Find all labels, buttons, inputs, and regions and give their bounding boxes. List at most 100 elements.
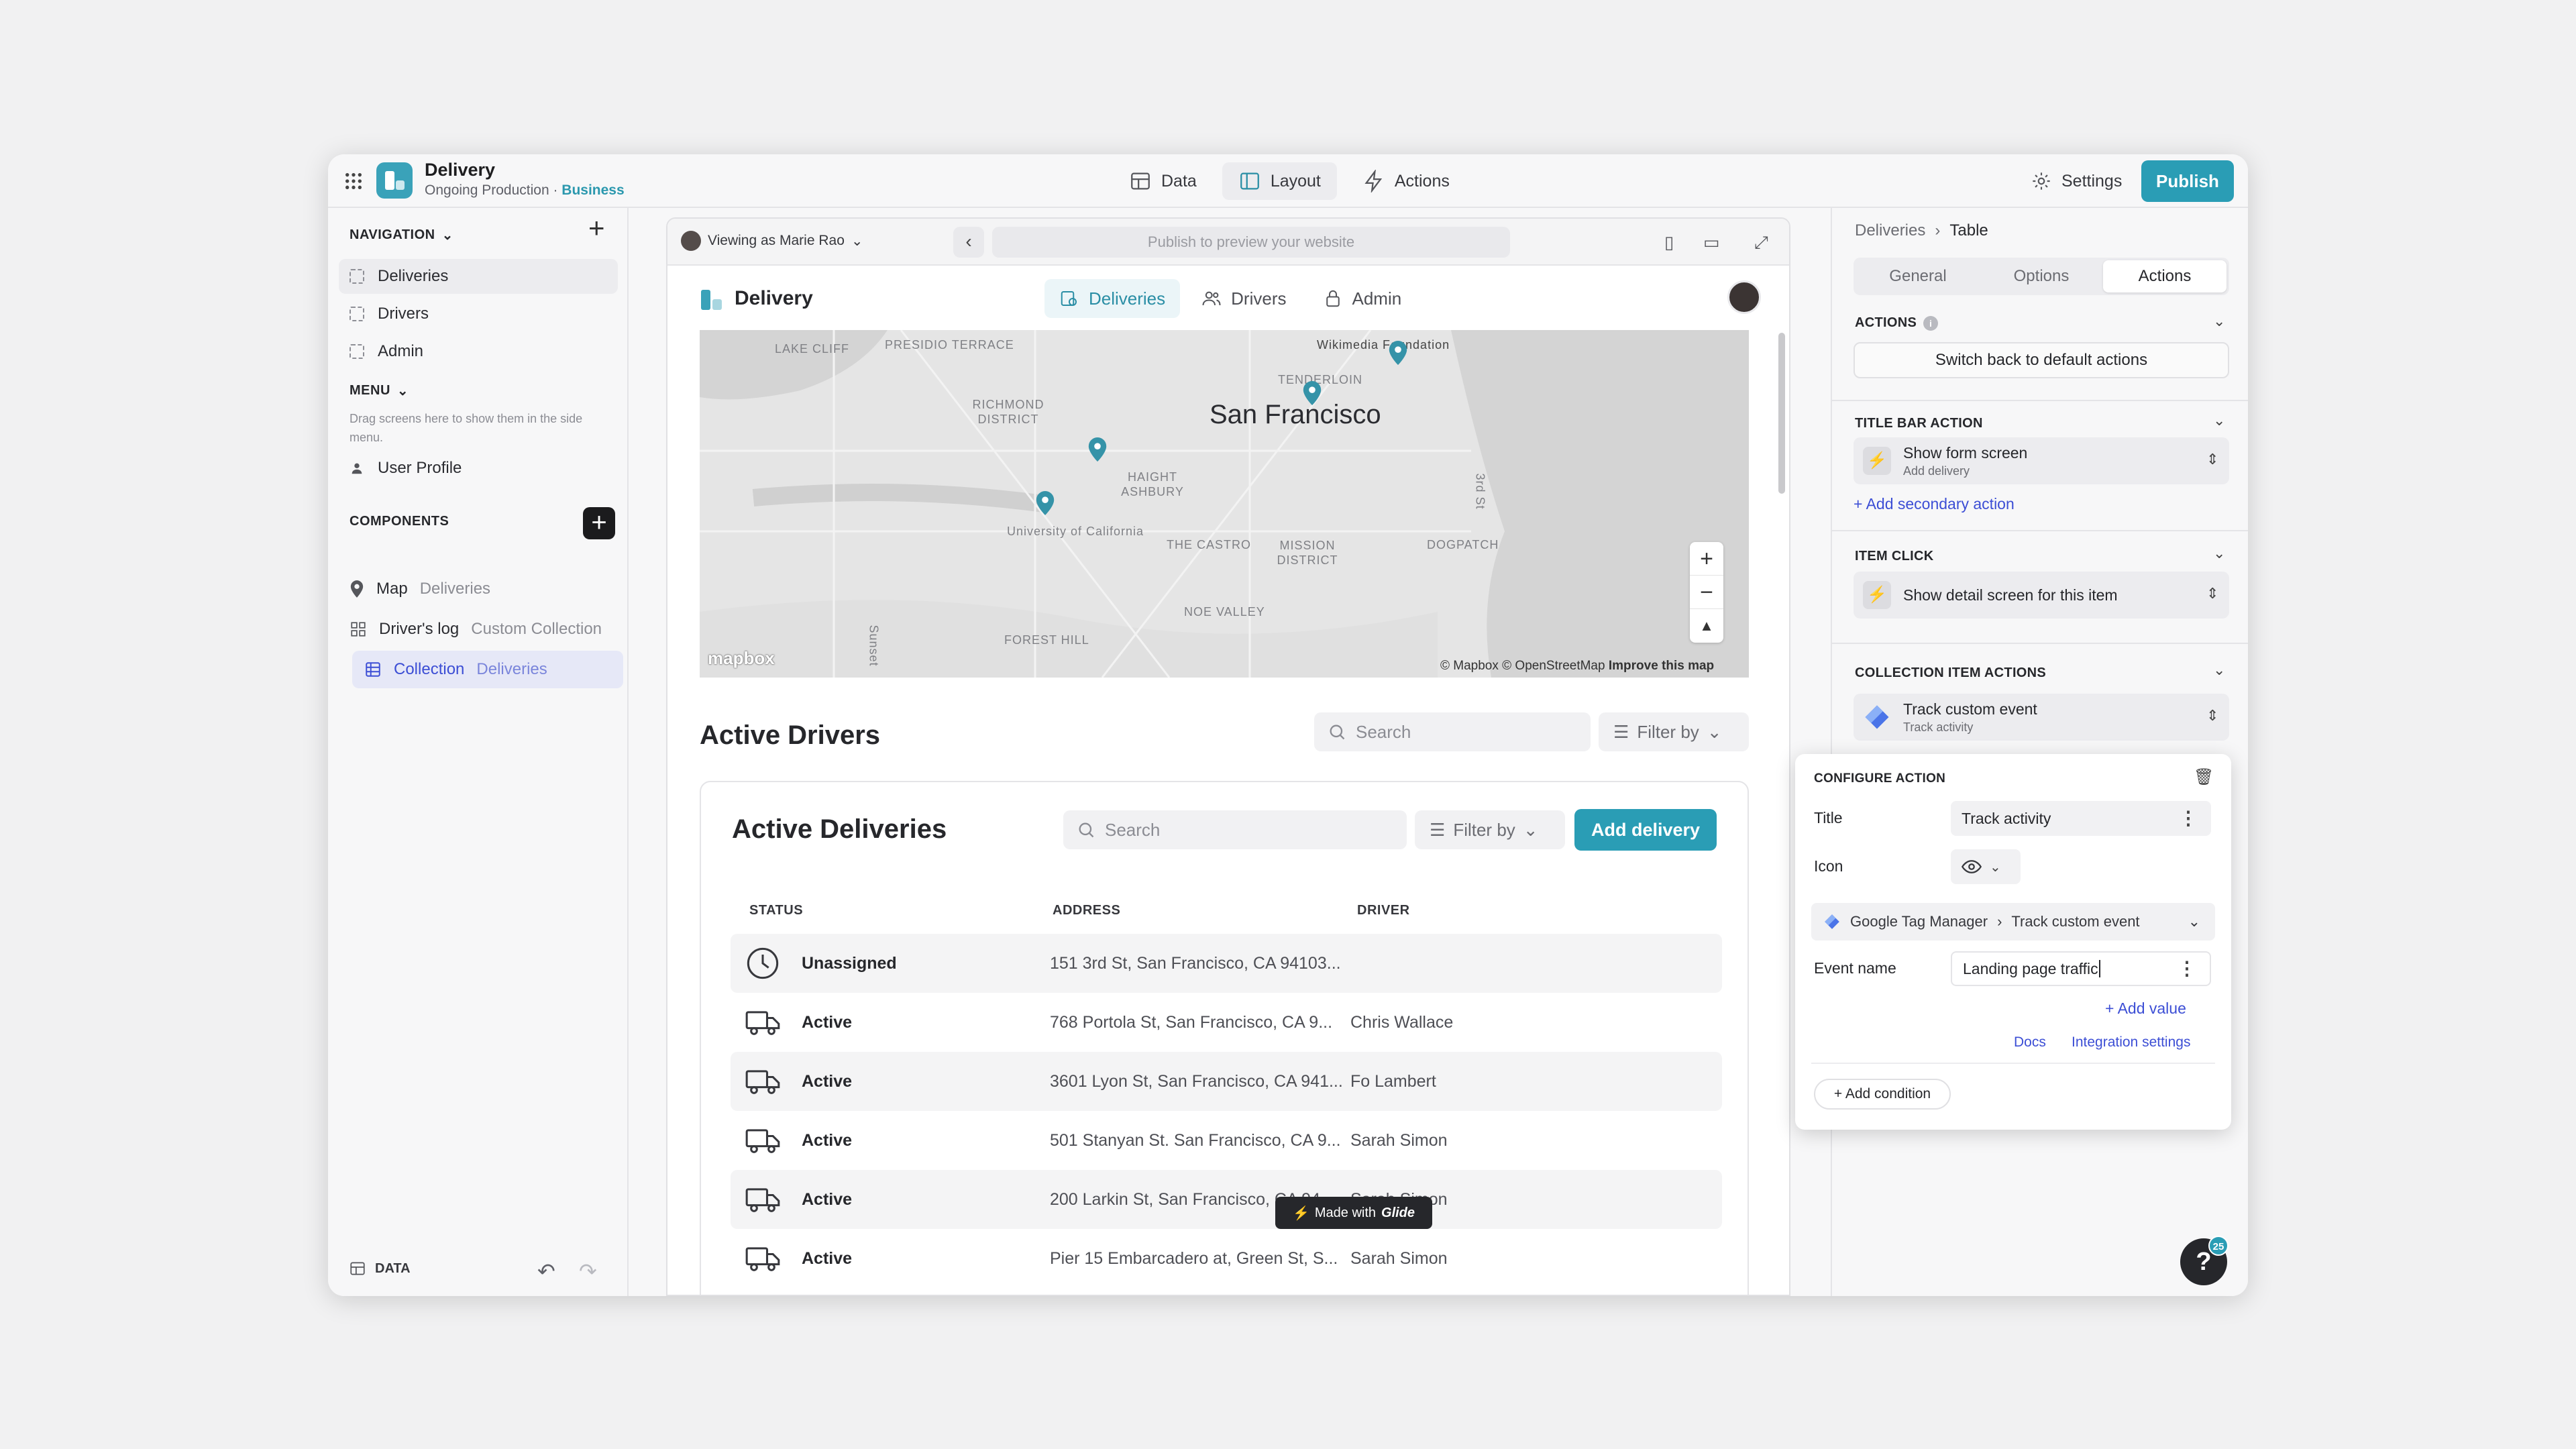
menu-hint: Drag screens here to show them in the si…	[350, 412, 583, 444]
deliveries-filter-button[interactable]: ☰ Filter by ⌄	[1415, 810, 1565, 849]
switch-default-actions-button[interactable]: Switch back to default actions	[1854, 342, 2229, 378]
map-pin-icon[interactable]	[1388, 341, 1408, 365]
tab-data[interactable]: Data	[1113, 162, 1213, 200]
tab-actions-label: Actions	[1394, 171, 1450, 191]
app-grid-icon[interactable]	[343, 170, 364, 192]
more-vertical-icon[interactable]: ⋮	[2178, 953, 2196, 985]
deliveries-search-input[interactable]: Search	[1063, 810, 1407, 849]
divider	[1832, 530, 2248, 531]
component-collection[interactable]: Collection Deliveries	[352, 651, 623, 688]
data-footer-button[interactable]: DATA	[348, 1260, 411, 1277]
sidebar-item-drivers[interactable]: Drivers	[339, 297, 618, 331]
integration-settings-link[interactable]: Integration settings	[2072, 1034, 2190, 1051]
title-field[interactable]: Track activity ⋮	[1951, 801, 2211, 836]
component-map[interactable]: Map Deliveries	[350, 570, 490, 608]
zoom-out-button[interactable]: −	[1690, 576, 1723, 609]
add-screen-button[interactable]: +	[588, 213, 605, 243]
chevron-down-icon[interactable]: ⌄	[2213, 661, 2225, 679]
sidebar-item-user-profile[interactable]: User Profile	[339, 451, 618, 486]
redo-icon[interactable]: ↷	[579, 1258, 597, 1284]
preview-tab-admin[interactable]: Admin	[1308, 279, 1417, 318]
sidebar-item-deliveries[interactable]: Deliveries	[339, 259, 618, 294]
map-city-label: San Francisco	[1210, 400, 1381, 429]
settings-button[interactable]: Settings	[2023, 162, 2130, 200]
tab-layout[interactable]: Layout	[1222, 162, 1337, 200]
preview-scrollbar[interactable]	[1778, 333, 1785, 494]
chevron-down-icon[interactable]: ⌄	[2213, 313, 2225, 330]
integration-action: Track custom event	[2011, 913, 2140, 930]
sidebar-item-admin[interactable]: Admin	[339, 334, 618, 369]
breadcrumb-item[interactable]: Deliveries	[1855, 221, 1925, 240]
select-title: Track custom event	[1903, 700, 2037, 718]
settings-label: Settings	[2061, 171, 2123, 191]
preview-tab-deliveries[interactable]: Deliveries	[1044, 279, 1181, 318]
bolt-icon	[1364, 170, 1383, 193]
divider	[1832, 643, 2248, 644]
plan-badge[interactable]: Business	[561, 182, 624, 198]
item-click-action-select[interactable]: ⚡ Show detail screen for this item ⇕	[1854, 572, 2229, 619]
tab-actions[interactable]: Actions	[2103, 260, 2226, 292]
tablet-icon[interactable]: ▭	[1703, 232, 1720, 253]
integration-select[interactable]: Google Tag Manager › Track custom event …	[1811, 903, 2215, 941]
map-pin-icon[interactable]	[1087, 437, 1108, 462]
chevron-down-icon[interactable]: ⌄	[2213, 545, 2225, 562]
component-drivers-log[interactable]: Driver's log Custom Collection	[350, 610, 602, 648]
add-delivery-button[interactable]: Add delivery	[1574, 809, 1717, 851]
tab-actions[interactable]: Actions	[1346, 162, 1466, 200]
docs-link[interactable]: Docs	[2014, 1034, 2046, 1051]
map-view[interactable]: Presidio Terrace Richmond District Haigh…	[700, 330, 1749, 678]
table-row[interactable]: Active 200 Larkin St, San Francisco, CA 9…	[731, 1170, 1722, 1229]
component-source: Deliveries	[419, 580, 491, 598]
add-value-link[interactable]: + Add value	[2105, 1000, 2186, 1018]
drivers-search-input[interactable]: Search	[1314, 712, 1591, 751]
preview-toolbar: Viewing as Marie Rao ⌄ ‹ Publish to prev…	[667, 219, 1789, 266]
clock-icon	[745, 946, 780, 981]
row-driver: Sarah Simon	[1350, 1131, 1448, 1150]
improve-map-link[interactable]: Improve this map	[1609, 659, 1714, 673]
collection-action-select[interactable]: Track custom event Track activity ⇕	[1854, 694, 2229, 741]
add-secondary-action-link[interactable]: + Add secondary action	[1854, 495, 2015, 513]
add-component-button[interactable]: +	[583, 507, 615, 539]
row-status: Active	[802, 1249, 853, 1268]
expand-icon[interactable]: ⤢	[1754, 232, 1768, 254]
made-with-glide-badge[interactable]: ⚡ Made with Glide	[1275, 1197, 1432, 1229]
screen-icon	[350, 344, 364, 359]
table-row[interactable]: Unassigned 151 3rd St, San Francisco, CA …	[731, 934, 1722, 993]
event-name-value: Landing page traffic	[1963, 960, 2098, 977]
preview-tab-drivers[interactable]: Drivers	[1187, 279, 1301, 318]
table-row[interactable]: Active 768 Portola St, San Francisco, CA …	[731, 993, 1722, 1052]
tab-general[interactable]: General	[1856, 260, 1980, 292]
more-vertical-icon[interactable]: ⋮	[2179, 801, 2198, 836]
navigation-section-header[interactable]: NAVIGATION ⌄	[350, 227, 453, 244]
drivers-filter-button[interactable]: ☰ Filter by ⌄	[1599, 712, 1749, 751]
info-icon[interactable]: i	[1923, 315, 1939, 331]
map-pin-icon[interactable]	[1302, 381, 1322, 405]
zoom-in-button[interactable]: +	[1690, 542, 1723, 576]
chevron-down-icon[interactable]: ⌄	[2213, 412, 2225, 429]
phone-icon[interactable]: ▯	[1664, 232, 1674, 253]
chevron-right-icon: ›	[1997, 913, 2002, 930]
trash-icon[interactable]: 🗑	[2194, 767, 2214, 787]
map-pin-icon[interactable]	[1035, 491, 1055, 515]
table-row[interactable]: Active 3601 Lyon St, San Francisco, CA 94…	[731, 1052, 1722, 1111]
undo-icon[interactable]: ↶	[537, 1258, 555, 1284]
map-zoom-controls: + − ▲	[1690, 542, 1723, 643]
collection-actions-section-header: COLLECTION ITEM ACTIONS	[1855, 665, 2046, 681]
table-row[interactable]: Active 501 Stanyan St. San Francisco, CA …	[731, 1111, 1722, 1170]
map-label: Presidio Terrace	[885, 338, 1014, 352]
tab-options[interactable]: Options	[1980, 260, 2103, 292]
avatar[interactable]	[1727, 280, 1761, 314]
compass-icon[interactable]: ▲	[1690, 609, 1723, 643]
table-row[interactable]: Active Pier 15 Embarcadero at, Green St, …	[731, 1229, 1722, 1288]
viewing-as-selector[interactable]: Viewing as Marie Rao ⌄	[681, 231, 863, 251]
add-condition-button[interactable]: + Add condition	[1814, 1079, 1951, 1110]
icon-picker[interactable]: ⌄	[1951, 849, 2021, 884]
title-bar-action-select[interactable]: ⚡ Show form screen Add delivery ⇕	[1854, 437, 2229, 484]
back-button[interactable]: ‹	[953, 227, 984, 258]
publish-button[interactable]: Publish	[2141, 160, 2234, 202]
menu-section-header[interactable]: MENU ⌄	[350, 382, 409, 399]
sidebar-item-label: Admin	[378, 342, 424, 360]
breadcrumb-item: Table	[1949, 221, 1988, 239]
event-name-field[interactable]: Landing page traffic ⋮	[1951, 951, 2211, 986]
map-label: Forest Hill	[1004, 633, 1089, 647]
